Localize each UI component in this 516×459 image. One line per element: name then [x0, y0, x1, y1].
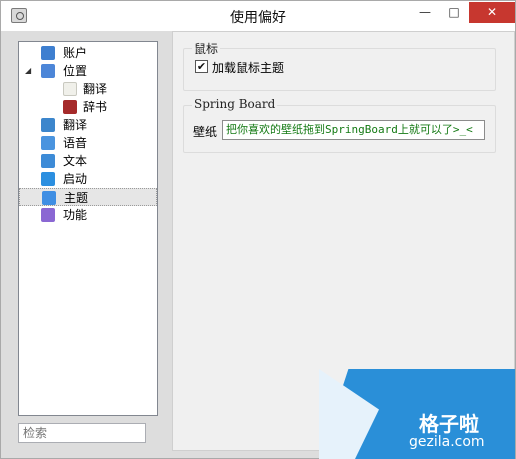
globe-icon — [41, 118, 55, 132]
sidebar-item-label: 启动 — [63, 172, 88, 186]
category-tree[interactable]: 账户 ◢ 位置 翻译 辞书 翻译 语音 文本 启动 主题 功能 — [18, 41, 158, 416]
user-icon — [41, 46, 55, 60]
book-icon — [63, 100, 77, 114]
sidebar-item-label: 翻译 — [63, 118, 88, 132]
sidebar-item-voice[interactable]: 语音 — [19, 134, 157, 152]
minimize-button[interactable]: — — [411, 2, 439, 23]
search-input[interactable] — [18, 423, 146, 443]
close-button[interactable]: ✕ — [469, 2, 515, 23]
app-store-icon — [41, 172, 55, 186]
load-cursor-theme-label[interactable]: 加载鼠标主题 — [212, 59, 284, 76]
music-icon — [41, 136, 55, 150]
load-cursor-theme-checkbox[interactable]: ✔ — [195, 60, 208, 73]
mouse-group-title: 鼠标 — [192, 40, 221, 57]
springboard-group-title: Spring Board — [192, 97, 278, 111]
sidebar-item-theme[interactable]: 主题 — [19, 188, 157, 206]
sidebar-item-label: 辞书 — [83, 100, 108, 114]
location-icon — [41, 64, 55, 78]
gear-icon — [41, 208, 55, 222]
sidebar-item-label: 文本 — [63, 154, 88, 168]
wallpaper-label: 壁纸 — [193, 125, 218, 139]
sidebar-item-label: 功能 — [63, 208, 88, 222]
maximize-button[interactable]: □ — [440, 2, 468, 23]
mouse-group: 鼠标 ✔ 加载鼠标主题 — [183, 40, 496, 91]
document-icon — [41, 154, 55, 168]
preferences-window: 使用偏好 — □ ✕ 账户 ◢ 位置 翻译 辞书 翻译 语音 文本 启动 主题 … — [0, 0, 516, 459]
sidebar-item-location[interactable]: ◢ 位置 — [19, 62, 157, 80]
wallpaper-field[interactable]: 把你喜欢的壁纸拖到SpringBoard上就可以了>_< — [222, 120, 485, 140]
sidebar-item-dictionary[interactable]: 辞书 — [19, 98, 157, 116]
sidebar-item-account[interactable]: 账户 — [19, 44, 157, 62]
expander-icon[interactable]: ◢ — [25, 62, 31, 80]
watermark-text: 格子啦 — [419, 412, 479, 436]
sidebar-item-label: 翻译 — [83, 82, 108, 96]
sidebar-item-label: 语音 — [63, 136, 88, 150]
title-bar: 使用偏好 — □ ✕ — [1, 1, 515, 31]
sidebar-item-launch[interactable]: 启动 — [19, 170, 157, 188]
sidebar-item-label: 主题 — [64, 191, 89, 205]
sidebar-item-label: 位置 — [63, 64, 88, 78]
watermark-url: gezila.com — [409, 434, 485, 450]
sidebar-item-label: 账户 — [63, 46, 88, 60]
sidebar-item-text[interactable]: 文本 — [19, 152, 157, 170]
sidebar-item-translate[interactable]: 翻译 — [19, 116, 157, 134]
note-icon — [63, 82, 77, 96]
springboard-group: Spring Board 壁纸 把你喜欢的壁纸拖到SpringBoard上就可以… — [183, 97, 496, 153]
theme-icon — [42, 191, 56, 205]
sidebar-item-features[interactable]: 功能 — [19, 206, 157, 224]
sidebar-item-location-translate[interactable]: 翻译 — [19, 80, 157, 98]
